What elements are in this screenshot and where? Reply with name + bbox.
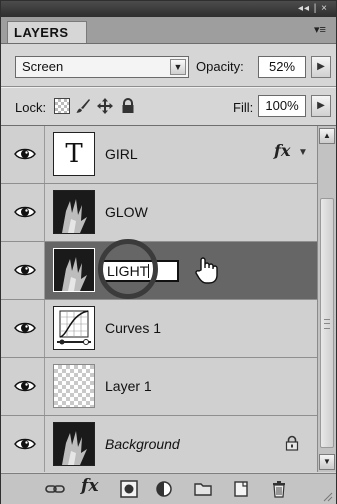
resize-grip-icon[interactable] (323, 492, 333, 502)
eye-icon (14, 380, 36, 392)
lock-transparency-icon[interactable] (54, 98, 70, 114)
layer-row-curves-1[interactable]: Curves 1 (1, 300, 317, 358)
layer-name[interactable]: GIRL (105, 146, 138, 162)
new-layer-icon[interactable] (231, 480, 251, 498)
tab-layers[interactable]: LAYERS (7, 21, 87, 43)
chevron-down-icon[interactable]: ▼ (170, 59, 186, 75)
adjustment-icon[interactable] (154, 480, 174, 498)
curves-adjustment-thumbnail (53, 306, 95, 350)
layer-name[interactable]: Curves 1 (105, 320, 161, 336)
fill-slider-arrow-icon[interactable]: ▶ (311, 95, 331, 117)
blend-mode-value: Screen (22, 59, 64, 74)
scroll-down-icon[interactable]: ▼ (319, 454, 335, 470)
opacity-slider-arrow-icon[interactable]: ▶ (311, 56, 331, 78)
panel-footer: fx (1, 473, 336, 504)
layer-name[interactable]: GLOW (105, 204, 148, 220)
photo-thumbnail (53, 248, 95, 292)
blend-controls: Screen ▼ Opacity: 52% ▶ (1, 44, 336, 84)
layers-scrollbar[interactable]: ▲ ▼ (317, 126, 336, 472)
panel-menu-icon[interactable]: ▾≡ (312, 23, 328, 37)
panel-title-strip: ◂◂ | × (1, 1, 336, 17)
layer-row-light[interactable]: LIGHT (1, 239, 317, 300)
type-t-icon: T (65, 139, 83, 169)
visibility-toggle[interactable] (1, 242, 45, 299)
panel-tab-row: LAYERS ▾≡ (1, 17, 336, 44)
photo-thumbnail (53, 422, 95, 466)
lock-all-icon[interactable] (120, 98, 136, 114)
eye-icon (14, 264, 36, 276)
fx-icon[interactable]: fx (81, 476, 101, 496)
eye-icon (14, 206, 36, 218)
layer-row-layer-1[interactable]: Layer 1 (1, 358, 317, 416)
expand-effects-icon[interactable]: ▼ (298, 147, 308, 158)
folder-icon[interactable] (193, 480, 213, 498)
visibility-toggle[interactable] (1, 300, 45, 357)
transparent-thumbnail (53, 364, 95, 408)
layer-row-girl[interactable]: T GIRL fx ▼ (1, 126, 317, 184)
layers-panel: ◂◂ | × LAYERS ▾≡ Screen ▼ Opacity: 52% ▶… (0, 0, 337, 504)
blend-mode-select[interactable]: Screen ▼ (15, 56, 189, 78)
fx-icon[interactable]: fx (274, 141, 290, 160)
lock-pixels-icon[interactable] (75, 98, 91, 114)
hand-cursor-icon (195, 257, 218, 284)
highlight-circle (98, 239, 158, 299)
opacity-label: Opacity: (196, 59, 244, 74)
opacity-input[interactable]: 52% (258, 56, 306, 78)
fill-input[interactable]: 100% (258, 95, 306, 117)
scroll-up-icon[interactable]: ▲ (319, 128, 335, 144)
visibility-toggle[interactable] (1, 184, 45, 241)
type-layer-thumbnail: T (53, 132, 95, 176)
link-icon[interactable] (45, 480, 65, 498)
visibility-toggle[interactable] (1, 358, 45, 415)
collapse-control[interactable]: ◂◂ | × (298, 2, 328, 16)
grip-icon (324, 319, 330, 329)
photo-thumbnail (53, 190, 95, 234)
visibility-toggle[interactable] (1, 126, 45, 183)
trash-icon[interactable] (269, 480, 289, 498)
lock-label: Lock: (15, 100, 47, 115)
eye-icon (14, 438, 36, 450)
lock-controls: Lock: Fill: 100% ▶ (1, 89, 336, 125)
eye-icon (14, 322, 36, 334)
layers-list: T GIRL fx ▼ GLOW LIGHT Curves 1 Layer 1 … (1, 126, 317, 472)
divider (1, 87, 336, 88)
lock-position-icon[interactable] (97, 98, 113, 114)
mask-icon[interactable] (119, 480, 139, 498)
scroll-thumb[interactable] (320, 198, 334, 448)
eye-icon (14, 148, 36, 160)
layer-row-background[interactable]: Background (1, 416, 317, 472)
fill-label: Fill: (233, 100, 254, 115)
layer-name[interactable]: Layer 1 (105, 378, 152, 394)
visibility-toggle[interactable] (1, 416, 45, 472)
lock-icon (285, 435, 299, 451)
layer-row-glow[interactable]: GLOW (1, 184, 317, 242)
layer-name[interactable]: Background (105, 436, 180, 452)
